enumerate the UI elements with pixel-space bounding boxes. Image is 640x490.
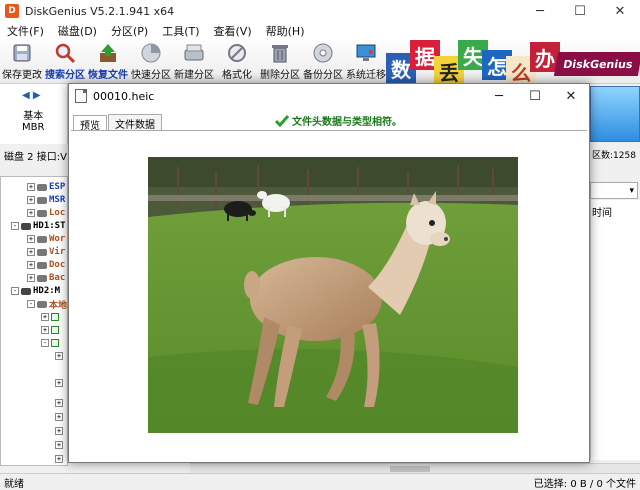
diskgenius-window: D DiskGenius V5.2.1.941 x64 ─ ☐ ✕ 文件(F) …: [0, 0, 640, 490]
chevron-down-icon: ▾: [629, 185, 634, 196]
tool-label: 格式化: [222, 70, 252, 81]
format-button[interactable]: 格式化: [215, 40, 259, 84]
tool-label: 备份分区: [303, 70, 343, 81]
dialog-close-button[interactable]: ✕: [553, 84, 589, 108]
new-partition-button[interactable]: 新建分区: [172, 40, 216, 84]
tree-item[interactable]: + ESP: [27, 181, 65, 193]
tool-label: 删除分区: [260, 70, 300, 81]
dialog-maximize-button[interactable]: ☐: [517, 84, 553, 108]
tree-folder[interactable]: +: [55, 439, 65, 451]
status-bar: 就绪 已选择: 0 B / 0 个文件: [0, 473, 640, 490]
status-text: 就绪: [4, 478, 24, 490]
file-check-text: 文件头数据与类型相符。: [292, 117, 402, 128]
disk-mbr-label: MBR: [22, 122, 45, 133]
dialog-minimize-button[interactable]: ─: [481, 84, 517, 108]
tab-preview[interactable]: 预览: [73, 115, 107, 132]
delete-partition-button[interactable]: 删除分区: [258, 40, 302, 84]
window-controls: ─ ☐ ✕: [520, 0, 640, 22]
menu-bar: 文件(F) 磁盘(D) 分区(P) 工具(T) 查看(V) 帮助(H): [0, 22, 640, 40]
menu-partition[interactable]: 分区(P): [104, 23, 155, 39]
save-changes-button[interactable]: 保存更改: [0, 40, 44, 84]
file-list: [590, 200, 640, 460]
preview-image: [148, 157, 518, 433]
selection-status: 已选择: 0 B / 0 个文件: [533, 478, 636, 490]
tree-folder[interactable]: +: [41, 311, 61, 323]
tree-item[interactable]: + Vir: [27, 246, 65, 258]
tree-item[interactable]: - 本地: [27, 298, 67, 311]
partition-tree: + ESP + MSR + Loc - HD1:ST + Wor + Vir + Doc + B…: [0, 176, 68, 466]
tree-folder[interactable]: +: [55, 425, 65, 437]
tree-folder[interactable]: +: [55, 453, 65, 465]
system-migration-button[interactable]: 系统迁移: [344, 40, 388, 84]
sector-info: 区数:1258: [592, 151, 636, 161]
tree-folder[interactable]: +: [55, 411, 65, 423]
menu-file[interactable]: 文件(F): [0, 23, 51, 39]
app-logo-icon: D: [5, 4, 19, 18]
delete-partition-icon: [269, 42, 291, 64]
menu-help[interactable]: 帮助(H): [259, 23, 312, 39]
tree-disk[interactable]: - HD2:M: [11, 285, 60, 297]
tree-folder[interactable]: -: [41, 337, 61, 349]
tool-label: 保存更改: [2, 70, 42, 81]
menu-disk[interactable]: 磁盘(D): [51, 23, 104, 39]
tool-label: 快速分区: [131, 70, 171, 81]
tree-item[interactable]: + MSR: [27, 194, 65, 206]
view-dropdown[interactable]: ▾: [590, 182, 638, 199]
quick-partition-button[interactable]: 快速分区: [129, 40, 173, 84]
maximize-button[interactable]: ☐: [560, 0, 600, 22]
tree-disk[interactable]: - HD1:ST: [11, 220, 66, 232]
dialog-title: 00010.heic: [93, 89, 155, 103]
disk-info: 磁盘 2 接口:V: [4, 152, 67, 163]
file-check-status: 文件头数据与类型相符。: [275, 113, 402, 128]
promo-banner[interactable]: 数 据 丢 失 怎 么 办 DiskGenius: [384, 40, 640, 84]
column-header-time[interactable]: 时间: [592, 204, 612, 219]
tool-label: 搜索分区: [45, 70, 85, 81]
menu-view[interactable]: 查看(V): [207, 23, 259, 39]
new-partition-icon: [183, 42, 205, 64]
save-icon: [11, 42, 33, 64]
tab-file-data[interactable]: 文件数据: [108, 114, 162, 131]
tree-folder[interactable]: +: [41, 324, 61, 336]
disk-basic-label: 基本: [23, 111, 44, 122]
tree-folder[interactable]: +: [55, 397, 65, 409]
format-icon: [226, 42, 248, 64]
tree-item[interactable]: + Loc: [27, 207, 65, 219]
system-migration-icon: [355, 42, 377, 64]
tool-label: 恢复文件: [88, 70, 128, 81]
minimize-button[interactable]: ─: [520, 0, 560, 22]
tree-folder[interactable]: +: [55, 350, 65, 362]
tree-item[interactable]: + Wor: [27, 233, 65, 245]
title-bar: D DiskGenius V5.2.1.941 x64 ─ ☐ ✕: [0, 0, 640, 22]
search-partition-icon: [54, 42, 76, 64]
scrollbar-thumb[interactable]: [390, 466, 430, 472]
disk-panel: ◀ ▶ 基本 MBR: [0, 84, 68, 144]
window-title: DiskGenius V5.2.1.941 x64: [25, 4, 175, 18]
tree-item[interactable]: + Doc: [27, 259, 65, 271]
menu-tools[interactable]: 工具(T): [155, 23, 206, 39]
recover-files-icon: [97, 42, 119, 64]
dialog-window-controls: ─ ☐ ✕: [481, 84, 589, 108]
tool-label: 系统迁移: [346, 70, 386, 81]
tree-folder[interactable]: +: [55, 377, 65, 389]
close-button[interactable]: ✕: [600, 0, 640, 22]
recover-files-button[interactable]: 恢复文件: [86, 40, 130, 84]
preview-dialog: 00010.heic ─ ☐ ✕ 预览 文件数据 文件头数据与类型相符。: [68, 83, 590, 463]
quick-partition-icon: [140, 42, 162, 64]
preview-area: [71, 130, 587, 460]
diskgenius-logo: DiskGenius: [553, 52, 640, 76]
backup-partition-icon: [312, 42, 334, 64]
dialog-title-bar: 00010.heic ─ ☐ ✕: [69, 84, 589, 108]
dialog-tabs: 预览 文件数据: [73, 114, 163, 132]
disk-type: 基本 MBR: [22, 111, 44, 133]
tree-item[interactable]: + Bac: [27, 272, 65, 284]
backup-partition-button[interactable]: 备份分区: [301, 40, 345, 84]
check-icon: [275, 114, 289, 127]
horizontal-scrollbar[interactable]: [190, 463, 640, 473]
disk-map-segment[interactable]: [590, 86, 640, 142]
search-partition-button[interactable]: 搜索分区: [43, 40, 87, 84]
disk-nav-arrows[interactable]: ◀ ▶: [22, 90, 41, 101]
file-icon: [75, 89, 87, 103]
tool-label: 新建分区: [174, 70, 214, 81]
